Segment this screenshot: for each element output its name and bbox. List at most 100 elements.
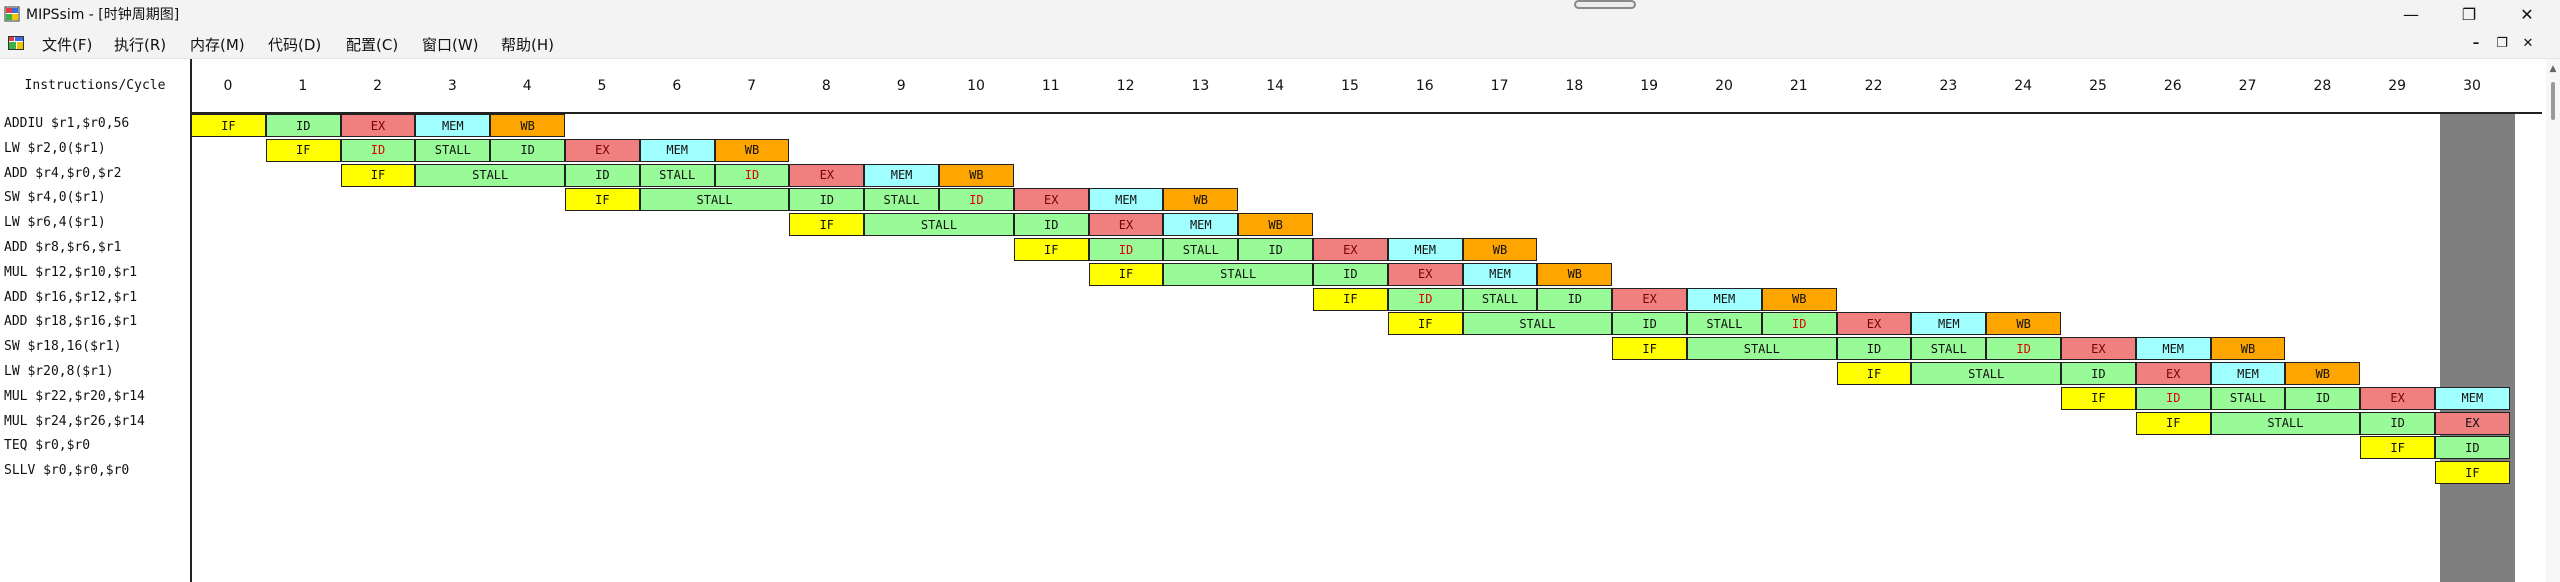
cycle-header: 18: [1565, 78, 1584, 94]
stage-wb-cell: WB: [714, 138, 790, 162]
stage-ex-cell: EX: [565, 138, 640, 162]
stage-if-cell: IF: [1013, 238, 1089, 261]
instruction-label: ADD $r8,$r6,$r1: [4, 240, 122, 255]
stage-id-cell: ID: [340, 138, 416, 162]
stage-wb-cell: WB: [1462, 238, 1538, 261]
stage-ex-cell: EX: [789, 163, 865, 187]
cycle-header: 19: [1640, 78, 1659, 94]
menu-memory[interactable]: 内存(M): [190, 34, 245, 55]
minimize-window-button[interactable]: —: [2388, 0, 2434, 29]
stage-wb-cell: WB: [1238, 213, 1313, 237]
stage-if-cell: IF: [565, 188, 640, 212]
stage-mem-cell: MEM: [2135, 337, 2211, 361]
stage-ex-cell: EX: [1313, 238, 1388, 261]
menu-code[interactable]: 代码(D): [268, 34, 321, 55]
mdi-close-button[interactable]: ✕: [2518, 32, 2538, 54]
cycle-header: 13: [1191, 78, 1210, 94]
stage-stall-cell: STALL: [639, 163, 715, 187]
mdi-document-icon[interactable]: [8, 36, 24, 50]
menu-run[interactable]: 执行(R): [114, 34, 166, 55]
cycle-header: 8: [821, 78, 831, 94]
title-bar-handle[interactable]: [1574, 0, 1636, 9]
stage-mem-cell: MEM: [864, 163, 939, 187]
cycle-header: 21: [1789, 78, 1808, 94]
instruction-label: ADD $r18,$r16,$r1: [4, 314, 138, 330]
instruction-label: SW $r4,0($r1): [4, 190, 106, 206]
stage-stall-cell: STALL: [415, 138, 491, 162]
stage-mem-cell: MEM: [639, 138, 715, 162]
stage-id-cell: ID: [939, 188, 1014, 212]
instruction-label: SLLV $r0,$r0,$r0: [4, 463, 130, 479]
cycle-header: 9: [896, 78, 906, 94]
vertical-scrollbar[interactable]: [2546, 59, 2560, 582]
cycle-header: 30: [2463, 78, 2481, 94]
mdi-minimize-button[interactable]: –: [2466, 32, 2486, 54]
instruction-label: TEQ $r0,$r0: [4, 438, 91, 454]
stage-id-cell: ID: [1013, 213, 1089, 237]
stage-stall-cell: STALL: [1462, 287, 1538, 311]
stage-if-cell: IF: [789, 213, 865, 237]
instructions-cycle-header: Instructions/Cycle: [24, 78, 166, 93]
stage-mem-cell: MEM: [2210, 362, 2286, 385]
cycle-header: 10: [967, 78, 985, 94]
stage-if-cell: IF: [1612, 337, 1687, 361]
stage-wb-cell: WB: [2285, 362, 2361, 385]
stage-id-cell: ID: [1313, 262, 1388, 286]
cycle-header: 16: [1415, 78, 1434, 94]
cycle-header: 17: [1490, 78, 1509, 94]
cycle-header: 14: [1266, 78, 1285, 94]
window-title: MIPSsim - [时钟周期图]: [26, 7, 180, 23]
stage-id-cell: ID: [1612, 312, 1687, 336]
menu-config[interactable]: 配置(C): [346, 34, 398, 55]
clock-cycle-diagram[interactable]: [0, 59, 2560, 582]
stage-ex-cell: EX: [2135, 362, 2211, 385]
stage-if-cell: IF: [191, 114, 266, 137]
label-column-divider: [190, 59, 192, 582]
stage-if-cell: IF: [340, 163, 416, 187]
stage-wb-cell: WB: [1986, 312, 2061, 336]
mdi-restore-button[interactable]: ❐: [2492, 32, 2512, 54]
stage-wb-cell: WB: [2210, 337, 2286, 361]
scroll-up-arrow-icon[interactable]: ▲: [2546, 64, 2560, 76]
cycle-header: 0: [223, 78, 233, 94]
cycle-header: 26: [2163, 78, 2182, 94]
menu-help[interactable]: 帮助(H): [501, 34, 554, 55]
cycle-header: 7: [747, 78, 757, 94]
stage-ex-cell: EX: [2061, 337, 2136, 361]
cycle-header: 3: [447, 78, 457, 94]
cycle-header: 11: [1041, 78, 1060, 94]
stage-if-cell: IF: [1088, 262, 1164, 286]
instruction-label: ADD $r4,$r0,$r2: [4, 165, 122, 181]
instruction-label: MUL $r12,$r10,$r1: [4, 264, 138, 280]
stage-stall-cell: STALL: [2210, 411, 2361, 435]
stage-id-cell: ID: [2061, 362, 2136, 385]
cycle-header: 23: [1939, 78, 1958, 94]
stage-id-cell: ID: [490, 138, 565, 162]
stage-ex-cell: EX: [1088, 213, 1164, 237]
cycle-header: 6: [672, 78, 682, 94]
menu-file[interactable]: 文件(F): [42, 34, 92, 55]
stage-if-cell: IF: [2360, 436, 2435, 460]
stage-ex-cell: EX: [1387, 262, 1463, 286]
stage-id-cell: ID: [714, 163, 790, 187]
instruction-label: SW $r18,16($r1): [4, 339, 122, 355]
stage-wb-cell: WB: [490, 114, 565, 137]
stage-id-cell: ID: [1088, 238, 1164, 261]
maximize-window-button[interactable]: ❐: [2446, 0, 2492, 29]
stage-id-cell: ID: [1238, 238, 1313, 261]
close-window-button[interactable]: ✕: [2504, 0, 2550, 29]
instruction-label: MUL $r22,$r20,$r14: [4, 388, 145, 404]
scrollbar-thumb[interactable]: [2551, 82, 2555, 120]
cycle-header: 15: [1341, 78, 1359, 94]
stage-mem-cell: MEM: [1462, 262, 1538, 286]
cycle-header: 2: [373, 78, 383, 94]
stage-if-cell: IF: [265, 138, 341, 162]
cycle-header: 22: [1864, 78, 1883, 94]
stage-mem-cell: MEM: [1088, 188, 1164, 212]
instruction-label: ADD $r16,$r12,$r1: [4, 289, 138, 305]
stage-ex-cell: EX: [1836, 312, 1912, 336]
stage-stall-cell: STALL: [1163, 262, 1313, 286]
stage-wb-cell: WB: [939, 163, 1014, 187]
title-bar: MIPSsim - [时钟周期图] — ❐ ✕: [0, 0, 2560, 29]
menu-window[interactable]: 窗口(W): [422, 34, 479, 55]
